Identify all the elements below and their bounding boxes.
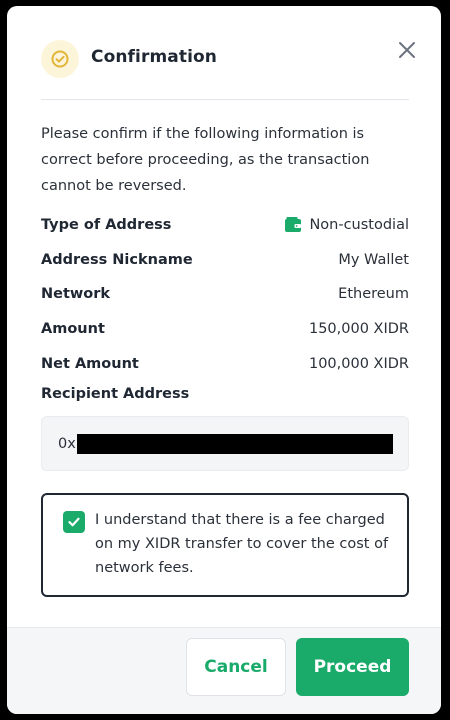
confirmation-dialog: Confirmation Please confirm if the follo… xyxy=(7,6,441,714)
detail-value: My Wallet xyxy=(338,252,409,268)
detail-value: Non-custodial xyxy=(284,216,409,234)
detail-label: Net Amount xyxy=(41,356,139,372)
address-prefix: 0x xyxy=(58,435,76,452)
address-type-value: Non-custodial xyxy=(309,217,409,233)
dialog-header: Confirmation xyxy=(7,6,441,100)
proceed-button[interactable]: Proceed xyxy=(296,638,409,696)
acknowledgement-text: I understand that there is a fee charged… xyxy=(95,512,389,576)
wallet-icon xyxy=(285,217,302,232)
intro-text: Please confirm if the following informat… xyxy=(41,126,370,194)
detail-row-network: Network Ethereum xyxy=(41,282,409,306)
detail-label: Type of Address xyxy=(41,217,172,233)
recipient-address-label: Recipient Address xyxy=(41,386,190,402)
recipient-address-field: 0x xyxy=(41,416,409,471)
close-button[interactable] xyxy=(395,38,419,62)
detail-label: Address Nickname xyxy=(41,252,193,268)
check-circle-icon xyxy=(41,40,79,78)
detail-value: 150,000 XIDR xyxy=(308,321,409,337)
acknowledgement-checkbox[interactable] xyxy=(63,511,85,533)
dialog-footer: Cancel Proceed xyxy=(7,627,441,714)
detail-row-net-amount: Net Amount 100,000 XIDR xyxy=(41,352,409,376)
detail-value: 100,000 XIDR xyxy=(308,356,409,372)
detail-label: Amount xyxy=(41,321,105,337)
dialog-title: Confirmation xyxy=(91,47,217,67)
close-icon xyxy=(399,42,415,58)
checkmark-icon xyxy=(68,517,80,527)
cancel-button[interactable]: Cancel xyxy=(186,638,286,696)
detail-row-nickname: Address Nickname My Wallet xyxy=(41,248,409,272)
detail-row-type: Type of Address Non-custodial xyxy=(41,213,409,237)
detail-label: Network xyxy=(41,286,111,302)
header-divider xyxy=(41,99,409,100)
detail-value: Ethereum xyxy=(338,286,409,302)
acknowledgement-box: I understand that there is a fee charged… xyxy=(41,493,409,597)
redacted-address xyxy=(76,433,393,454)
detail-row-amount: Amount 150,000 XIDR xyxy=(41,317,409,341)
